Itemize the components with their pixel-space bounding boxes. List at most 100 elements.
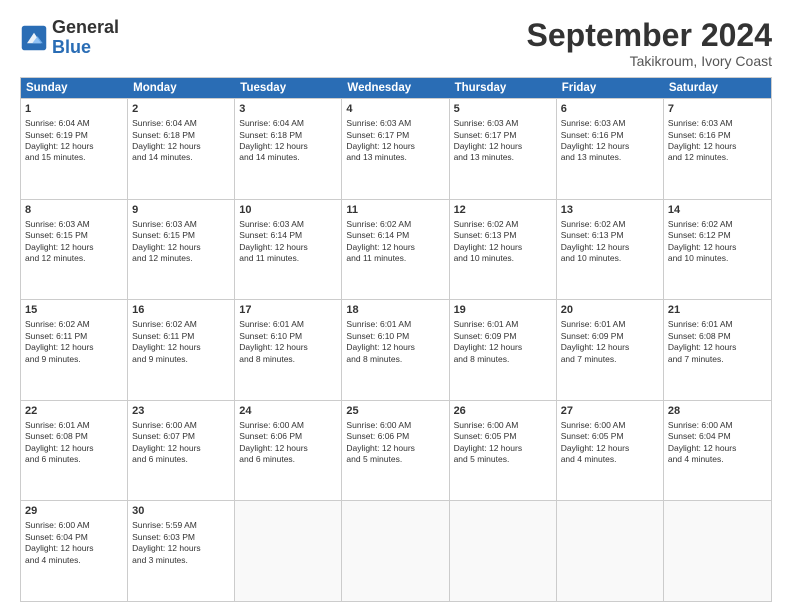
day-info-line: Daylight: 12 hours [25,342,123,353]
day-info-line: and 10 minutes. [668,253,767,264]
day-info-line: Sunset: 6:16 PM [668,130,767,141]
day-info-line: and 4 minutes. [25,555,123,566]
day-number: 4 [346,102,444,117]
day-info-line: Sunset: 6:10 PM [239,331,337,342]
calendar-cell: 4Sunrise: 6:03 AMSunset: 6:17 PMDaylight… [342,99,449,199]
day-info-line: Sunset: 6:09 PM [454,331,552,342]
day-info-line: Sunset: 6:10 PM [346,331,444,342]
day-info-line: Daylight: 12 hours [668,242,767,253]
day-info-line: and 8 minutes. [346,354,444,365]
day-number: 28 [668,404,767,419]
day-info-line: Sunrise: 6:00 AM [239,420,337,431]
day-number: 29 [25,504,123,519]
day-info-line: Daylight: 12 hours [25,141,123,152]
day-number: 14 [668,203,767,218]
day-info-line: Sunrise: 6:00 AM [346,420,444,431]
calendar-cell: 20Sunrise: 6:01 AMSunset: 6:09 PMDayligh… [557,300,664,400]
day-info-line: Sunrise: 6:01 AM [668,319,767,330]
day-info-line: and 7 minutes. [561,354,659,365]
day-info-line: Daylight: 12 hours [668,141,767,152]
day-info-line: Sunrise: 6:04 AM [25,118,123,129]
calendar-header: SundayMondayTuesdayWednesdayThursdayFrid… [21,78,771,98]
day-info-line: Sunrise: 6:04 AM [239,118,337,129]
day-header-sunday: Sunday [21,78,128,98]
day-info-line: and 9 minutes. [25,354,123,365]
calendar-cell: 12Sunrise: 6:02 AMSunset: 6:13 PMDayligh… [450,200,557,300]
calendar-cell: 19Sunrise: 6:01 AMSunset: 6:09 PMDayligh… [450,300,557,400]
day-info-line: Sunrise: 6:03 AM [668,118,767,129]
day-info-line: Sunset: 6:08 PM [25,431,123,442]
day-info-line: and 4 minutes. [668,454,767,465]
calendar-week-5: 29Sunrise: 6:00 AMSunset: 6:04 PMDayligh… [21,500,771,601]
day-info-line: Sunset: 6:07 PM [132,431,230,442]
day-info-line: and 10 minutes. [454,253,552,264]
day-info-line: Sunrise: 6:00 AM [561,420,659,431]
day-info-line: and 6 minutes. [25,454,123,465]
calendar-cell: 6Sunrise: 6:03 AMSunset: 6:16 PMDaylight… [557,99,664,199]
day-info-line: Sunset: 6:11 PM [25,331,123,342]
day-number: 5 [454,102,552,117]
calendar-cell: 11Sunrise: 6:02 AMSunset: 6:14 PMDayligh… [342,200,449,300]
day-info-line: Sunrise: 6:01 AM [239,319,337,330]
day-number: 23 [132,404,230,419]
day-info-line: Sunrise: 6:03 AM [346,118,444,129]
day-info-line: Sunset: 6:05 PM [561,431,659,442]
day-info-line: Daylight: 12 hours [239,342,337,353]
page: General Blue September 2024 Takikroum, I… [0,0,792,612]
day-info-line: Sunset: 6:19 PM [25,130,123,141]
header: General Blue September 2024 Takikroum, I… [20,18,772,69]
day-info-line: Sunrise: 6:00 AM [668,420,767,431]
day-info-line: Sunset: 6:04 PM [668,431,767,442]
day-info-line: Sunset: 6:08 PM [668,331,767,342]
day-info-line: Sunset: 6:18 PM [132,130,230,141]
calendar-cell: 24Sunrise: 6:00 AMSunset: 6:06 PMDayligh… [235,401,342,501]
calendar-cell: 14Sunrise: 6:02 AMSunset: 6:12 PMDayligh… [664,200,771,300]
calendar-week-4: 22Sunrise: 6:01 AMSunset: 6:08 PMDayligh… [21,400,771,501]
day-info-line: Sunrise: 6:01 AM [346,319,444,330]
day-number: 19 [454,303,552,318]
calendar-cell: 1Sunrise: 6:04 AMSunset: 6:19 PMDaylight… [21,99,128,199]
day-info-line: Daylight: 12 hours [454,141,552,152]
day-number: 30 [132,504,230,519]
day-info-line: and 6 minutes. [132,454,230,465]
day-info-line: and 7 minutes. [668,354,767,365]
day-info-line: Daylight: 12 hours [454,342,552,353]
calendar-cell: 28Sunrise: 6:00 AMSunset: 6:04 PMDayligh… [664,401,771,501]
day-info-line: Daylight: 12 hours [132,543,230,554]
day-number: 7 [668,102,767,117]
day-info-line: and 11 minutes. [239,253,337,264]
day-info-line: Daylight: 12 hours [346,443,444,454]
calendar-cell [235,501,342,601]
day-info-line: and 5 minutes. [454,454,552,465]
day-info-line: Sunset: 6:09 PM [561,331,659,342]
day-info-line: Daylight: 12 hours [454,443,552,454]
day-info-line: Sunrise: 6:02 AM [132,319,230,330]
day-number: 22 [25,404,123,419]
calendar: SundayMondayTuesdayWednesdayThursdayFrid… [20,77,772,602]
day-info-line: Sunset: 6:05 PM [454,431,552,442]
day-number: 11 [346,203,444,218]
calendar-cell: 3Sunrise: 6:04 AMSunset: 6:18 PMDaylight… [235,99,342,199]
day-info-line: Sunset: 6:18 PM [239,130,337,141]
calendar-cell: 9Sunrise: 6:03 AMSunset: 6:15 PMDaylight… [128,200,235,300]
location-subtitle: Takikroum, Ivory Coast [527,53,772,69]
calendar-cell: 2Sunrise: 6:04 AMSunset: 6:18 PMDaylight… [128,99,235,199]
day-info-line: Sunrise: 6:02 AM [561,219,659,230]
day-info-line: Sunset: 6:17 PM [454,130,552,141]
day-info-line: Daylight: 12 hours [454,242,552,253]
day-header-saturday: Saturday [664,78,771,98]
day-info-line: and 11 minutes. [346,253,444,264]
calendar-cell: 8Sunrise: 6:03 AMSunset: 6:15 PMDaylight… [21,200,128,300]
day-info-line: and 14 minutes. [132,152,230,163]
day-info-line: Sunrise: 6:02 AM [25,319,123,330]
day-info-line: and 15 minutes. [25,152,123,163]
day-header-friday: Friday [557,78,664,98]
day-info-line: Sunset: 6:16 PM [561,130,659,141]
day-info-line: and 14 minutes. [239,152,337,163]
day-info-line: Sunset: 6:15 PM [25,230,123,241]
calendar-week-1: 1Sunrise: 6:04 AMSunset: 6:19 PMDaylight… [21,98,771,199]
day-info-line: and 8 minutes. [239,354,337,365]
day-info-line: Sunset: 6:14 PM [239,230,337,241]
day-number: 26 [454,404,552,419]
day-info-line: Sunrise: 6:04 AM [132,118,230,129]
